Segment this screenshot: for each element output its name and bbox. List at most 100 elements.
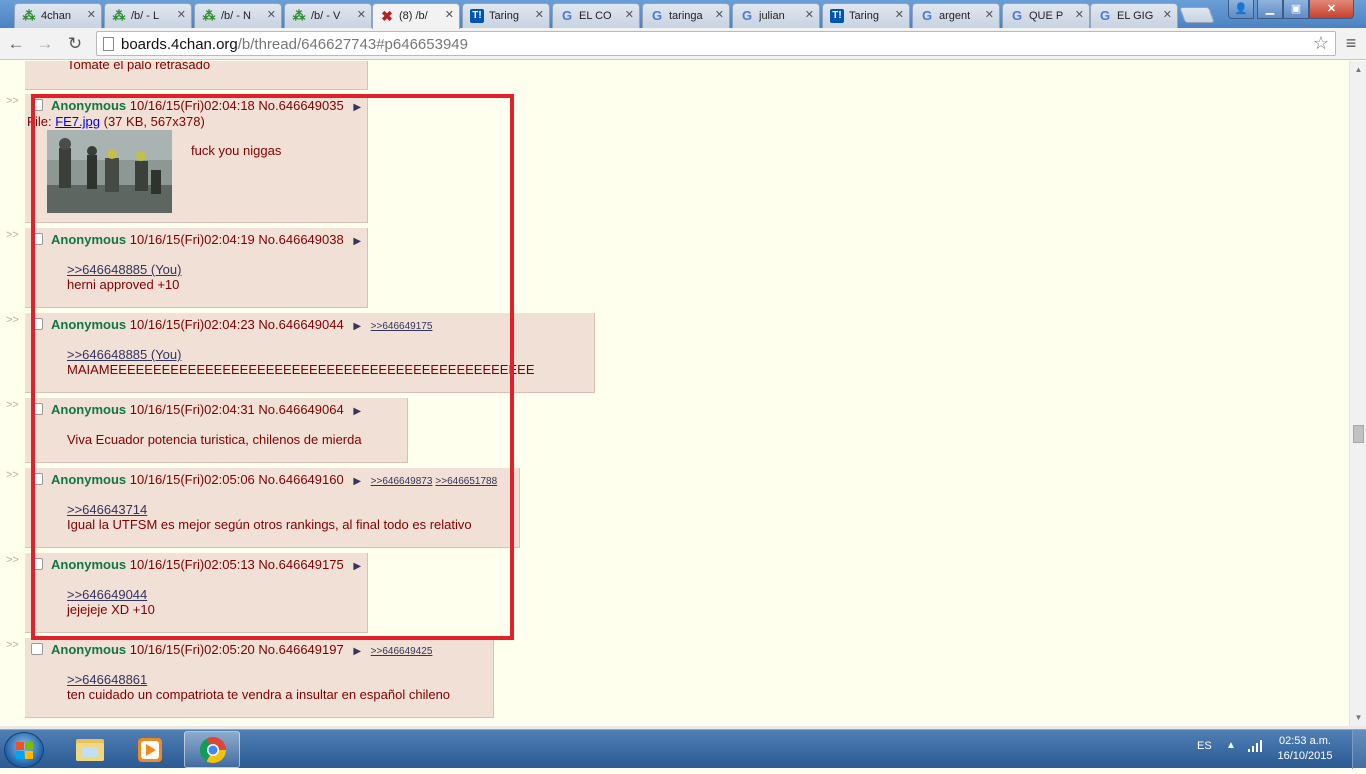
post-message: >>646648885 (You) MAIAMEEEEEEEEEEEEEEEEE… [67, 347, 535, 377]
page-content: Tomate el palo retrasado >> Anonymous 10… [0, 61, 1349, 726]
new-tab-button[interactable] [1179, 7, 1215, 23]
reload-icon[interactable]: ↻ [64, 33, 86, 55]
tab-b-1[interactable]: ⁂/b/ - L ✕ [104, 3, 192, 28]
tab-google-5[interactable]: G QUE P ✕ [1002, 3, 1090, 28]
close-tab-icon[interactable]: ✕ [715, 8, 724, 21]
close-tab-icon[interactable]: ✕ [267, 8, 276, 21]
backlink[interactable]: >>646651788 [435, 476, 497, 487]
side-arrows: >> [6, 554, 19, 566]
vertical-scrollbar[interactable]: ▲ ▼ [1349, 61, 1366, 726]
tab-google-6[interactable]: G EL GIG ✕ [1090, 3, 1178, 28]
post-menu-arrow-icon[interactable]: ▶ [353, 406, 361, 417]
scroll-up-icon[interactable]: ▲ [1350, 63, 1366, 77]
back-arrow-icon[interactable]: ← [5, 33, 27, 55]
minimize-button[interactable]: ▁ [1257, 0, 1283, 19]
tab-google-3[interactable]: Gjulian ✕ [732, 3, 820, 28]
close-tab-icon[interactable]: ✕ [625, 8, 634, 21]
media-player-taskbar-icon[interactable] [122, 731, 178, 768]
close-tab-icon[interactable]: ✕ [805, 8, 814, 21]
bookmark-star-icon[interactable]: ☆ [1313, 33, 1329, 54]
tab-google-2[interactable]: Gtaringa ✕ [642, 3, 730, 28]
quote-link[interactable]: >>646648885 (You) [67, 262, 181, 277]
user-icon[interactable]: 👤 [1228, 0, 1254, 19]
show-desktop-button[interactable] [1352, 730, 1366, 769]
clover-icon: ⁂ [292, 8, 306, 23]
file-link[interactable]: FE7.jpg [55, 114, 100, 129]
post-info: Anonymous 10/16/15(Fri)02:05:20 No.64664… [51, 642, 433, 657]
post-menu-arrow-icon[interactable]: ▶ [353, 476, 361, 487]
close-tab-icon[interactable]: ✕ [87, 8, 96, 21]
post-message: >>646648861 ten cuidado un compatriota t… [67, 672, 451, 702]
post-checkbox[interactable] [31, 558, 43, 570]
post-thumbnail-image[interactable] [47, 130, 172, 213]
post-menu-arrow-icon[interactable]: ▶ [353, 321, 361, 332]
post-checkbox[interactable] [31, 99, 43, 111]
reply-post: Anonymous 10/16/15(Fri)02:04:31 No.64664… [25, 398, 408, 463]
system-clock[interactable]: 02:53 a.m. 16/10/2015 [1272, 734, 1338, 764]
post-menu-arrow-icon[interactable]: ▶ [353, 102, 361, 113]
tab-4chan[interactable]: ⁂ 4chan ✕ [14, 3, 102, 28]
google-icon: G [741, 8, 753, 23]
tab-b-2[interactable]: ⁂/b/ - N ✕ [194, 3, 282, 28]
google-icon: G [561, 8, 573, 23]
tray-arrow-icon[interactable]: ▲ [1226, 740, 1236, 751]
post-number[interactable]: No.646649175 [258, 557, 343, 572]
post-info: Anonymous 10/16/15(Fri)02:05:06 No.64664… [51, 472, 498, 487]
backlink[interactable]: >>646649175 [371, 321, 433, 332]
post-number[interactable]: No.646649064 [258, 402, 343, 417]
explorer-taskbar-icon[interactable] [62, 731, 118, 768]
tab-b-3[interactable]: ⁂/b/ - V ✕ [284, 3, 372, 28]
post-checkbox[interactable] [31, 233, 43, 245]
post-number[interactable]: No.646649197 [258, 642, 343, 657]
backlink[interactable]: >>646649873 [371, 476, 433, 487]
tab-google-4[interactable]: Gargent ✕ [912, 3, 1000, 28]
tab-taringa-2[interactable]: T! Taring ✕ [822, 3, 910, 28]
close-tab-icon[interactable]: ✕ [357, 8, 366, 21]
forward-arrow-icon[interactable]: → [34, 33, 56, 55]
close-tab-icon[interactable]: ✕ [985, 8, 994, 21]
reply-post: Anonymous 10/16/15(Fri)02:05:20 No.64664… [25, 638, 494, 718]
start-button[interactable] [4, 732, 44, 768]
post-datetime: 10/16/15(Fri)02:04:18 [129, 98, 255, 113]
google-icon: G [921, 8, 933, 23]
close-tab-icon[interactable]: ✕ [535, 8, 544, 21]
close-tab-icon[interactable]: ✕ [1075, 8, 1084, 21]
scroll-down-icon[interactable]: ▼ [1350, 711, 1366, 725]
post-number[interactable]: No.646649035 [258, 98, 343, 113]
quote-link[interactable]: >>646643714 [67, 502, 472, 517]
language-indicator[interactable]: ES [1197, 740, 1212, 752]
post-checkbox[interactable] [31, 403, 43, 415]
menu-icon[interactable]: ≡ [1342, 32, 1360, 54]
chrome-taskbar-icon[interactable] [184, 731, 240, 768]
close-tab-icon[interactable]: ✕ [1163, 8, 1172, 21]
taringa-icon: T! [470, 9, 484, 23]
quote-link[interactable]: >>646648861 [67, 672, 450, 687]
tab-taringa-1[interactable]: T! Taring ✕ [462, 3, 550, 28]
backlink[interactable]: >>646649425 [371, 646, 433, 657]
maximize-button[interactable]: ▣ [1283, 0, 1309, 19]
close-tab-icon[interactable]: ✕ [445, 8, 454, 21]
close-tab-icon[interactable]: ✕ [177, 8, 186, 21]
post-number[interactable]: No.646649044 [258, 317, 343, 332]
post-checkbox[interactable] [31, 473, 43, 485]
tab-google-1[interactable]: G EL CO ✕ [552, 3, 640, 28]
close-window-button[interactable]: ✕ [1309, 0, 1354, 19]
scroll-thumb[interactable] [1353, 425, 1364, 443]
tab-active-thread[interactable]: ✖ (8) /b/✕ [372, 3, 460, 29]
post-number[interactable]: No.646649038 [258, 232, 343, 247]
url-text[interactable]: boards.4chan.org/b/thread/646627743#p646… [121, 36, 468, 53]
post-menu-arrow-icon[interactable]: ▶ [353, 646, 361, 657]
side-arrows: >> [6, 399, 19, 411]
post-checkbox[interactable] [31, 643, 43, 655]
close-tab-icon[interactable]: ✕ [895, 8, 904, 21]
post-menu-arrow-icon[interactable]: ▶ [353, 236, 361, 247]
post-menu-arrow-icon[interactable]: ▶ [353, 561, 361, 572]
quote-link[interactable]: >>646648885 (You) [67, 347, 535, 362]
side-arrows: >> [6, 229, 19, 241]
network-signal-icon[interactable] [1248, 740, 1264, 755]
post-number[interactable]: No.646649160 [258, 472, 343, 487]
post-info: Anonymous 10/16/15(Fri)02:05:13 No.64664… [51, 557, 362, 572]
post-checkbox[interactable] [31, 318, 43, 330]
quote-link[interactable]: >>646649044 [67, 587, 155, 602]
address-bar[interactable]: boards.4chan.org/b/thread/646627743#p646… [96, 31, 1336, 56]
